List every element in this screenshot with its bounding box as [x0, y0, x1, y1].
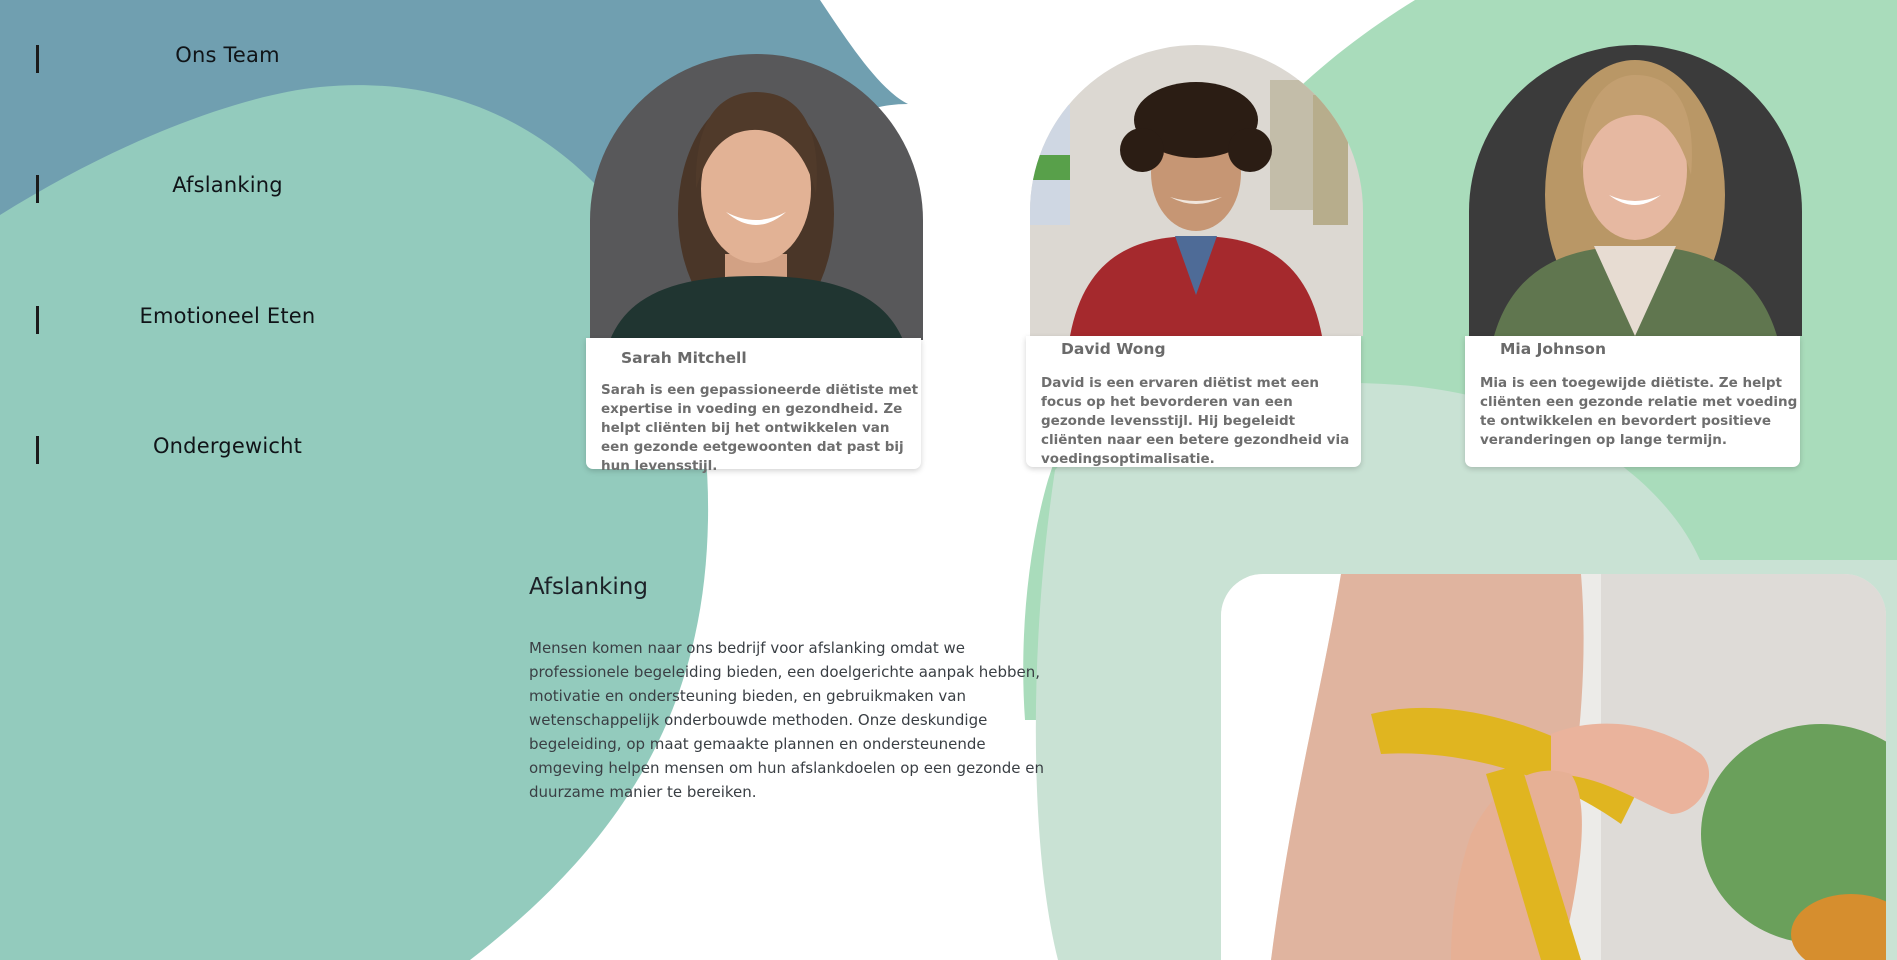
team-photo [1030, 45, 1363, 336]
weight-loss-image [1221, 574, 1886, 960]
nav-label: Emotioneel Eten [139, 304, 316, 328]
person-name: Mia Johnson [1500, 340, 1606, 358]
team-info: Sarah Mitchell Sarah is een gepassioneer… [586, 338, 921, 474]
nav-item-ons-team[interactable]: Ons Team [0, 29, 460, 89]
person-bio: Mia is een toegewijde diëtiste. Ze helpt… [1480, 375, 1798, 448]
person-name: Sarah Mitchell [621, 349, 747, 367]
section-title: Afslanking [529, 574, 648, 600]
team-card-david: David Wong David is een ervaren diëtist … [1026, 45, 1363, 469]
nav-label: Afslanking [172, 173, 283, 197]
nav-indicator [36, 45, 39, 73]
section-text: Mensen komen naar ons bedrijf voor afsla… [529, 639, 1045, 801]
person-bio: Sarah is een gepassioneerde diëtiste met… [601, 382, 919, 474]
team-info: Mia Johnson Mia is een toegewijde diëtis… [1465, 336, 1800, 467]
team-info: David Wong David is een ervaren diëtist … [1026, 336, 1361, 467]
team-card-sarah: Sarah Mitchell Sarah is een gepassioneer… [586, 54, 923, 474]
nav-indicator [36, 436, 39, 464]
nav-item-emotioneel-eten[interactable]: Emotioneel Eten [0, 290, 460, 350]
nav-item-ondergewicht[interactable]: Ondergewicht [0, 420, 460, 480]
nav-indicator [36, 175, 39, 203]
team-photo [1469, 45, 1802, 336]
nav-indicator [36, 306, 39, 334]
person-name: David Wong [1061, 340, 1166, 358]
nav-label: Ondergewicht [152, 434, 303, 458]
team-photo [590, 54, 923, 340]
person-bio: David is een ervaren diëtist met een foc… [1041, 375, 1350, 467]
team-card-mia: Mia Johnson Mia is een toegewijde diëtis… [1465, 45, 1802, 469]
nav-item-afslanking[interactable]: Afslanking [0, 159, 460, 219]
nav-label: Ons Team [175, 43, 280, 67]
